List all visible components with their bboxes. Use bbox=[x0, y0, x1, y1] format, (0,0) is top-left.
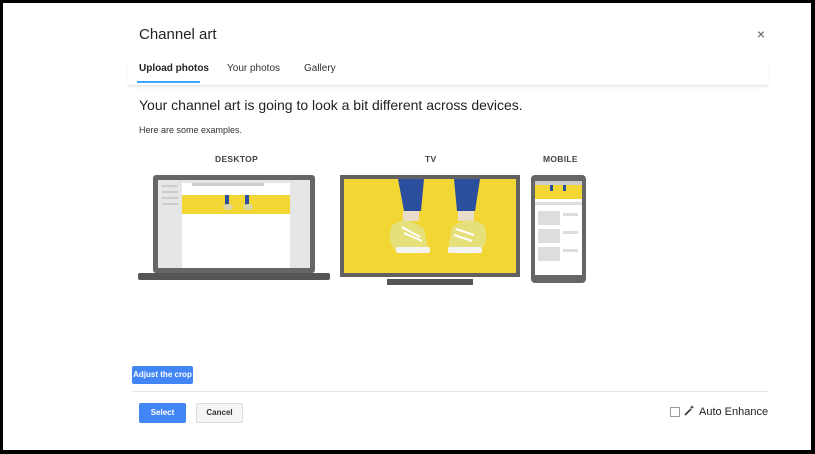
desktop-preview bbox=[138, 175, 330, 280]
device-label-tv: TV bbox=[425, 154, 437, 164]
adjust-crop-button[interactable]: Adjust the crop bbox=[132, 366, 193, 384]
tab-upload-photos[interactable]: Upload photos bbox=[139, 63, 209, 74]
active-tab-indicator bbox=[137, 81, 200, 83]
auto-enhance-label[interactable]: Auto Enhance bbox=[699, 406, 768, 418]
tab-bar: Upload photos Your photos Gallery bbox=[128, 59, 768, 86]
magic-wand-icon bbox=[684, 405, 695, 419]
dialog-title: Channel art bbox=[139, 26, 217, 43]
channel-art-dialog: Channel art × Upload photos Your photos … bbox=[128, 3, 773, 450]
auto-enhance-checkbox[interactable] bbox=[670, 407, 680, 417]
close-icon[interactable]: × bbox=[757, 26, 765, 42]
tab-gallery[interactable]: Gallery bbox=[304, 63, 336, 74]
device-label-desktop: DESKTOP bbox=[215, 154, 259, 164]
device-label-mobile: MOBILE bbox=[543, 154, 578, 164]
select-button[interactable]: Select bbox=[139, 403, 186, 423]
headline: Your channel art is going to look a bit … bbox=[139, 97, 523, 113]
mobile-preview bbox=[531, 175, 586, 283]
footer-divider bbox=[132, 391, 768, 392]
window-frame: Channel art × Upload photos Your photos … bbox=[3, 3, 811, 450]
tab-your-photos[interactable]: Your photos bbox=[227, 63, 280, 74]
auto-enhance: Auto Enhance bbox=[670, 405, 768, 419]
subtext: Here are some examples. bbox=[139, 125, 243, 135]
cancel-button[interactable]: Cancel bbox=[196, 403, 243, 423]
tv-preview bbox=[340, 175, 520, 285]
